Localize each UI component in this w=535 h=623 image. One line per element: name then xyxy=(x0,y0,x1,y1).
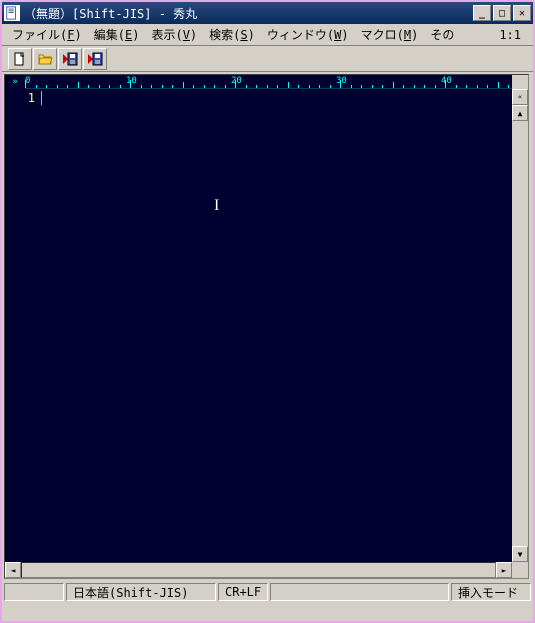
editor-container: » 0 10 20 30 40 1 I « ▲ ▼ ◄ ► xyxy=(2,72,533,581)
line-number: 1 xyxy=(5,91,35,105)
ibeam-cursor-icon: I xyxy=(214,197,219,215)
menu-view[interactable]: 表示(V) xyxy=(145,24,203,45)
menu-bar: ファイル(F) 編集(E) 表示(V) 検索(S) ウィンドウ(W) マクロ(M… xyxy=(2,24,533,46)
scroll-up-button[interactable]: ▲ xyxy=(512,105,528,121)
scroll-top-button[interactable]: « xyxy=(512,89,528,105)
ruler-label: 20 xyxy=(231,76,242,86)
cursor-position: 1:1 xyxy=(491,26,529,44)
new-file-icon xyxy=(12,51,28,67)
status-cell-1 xyxy=(4,583,64,601)
menu-file[interactable]: ファイル(F) xyxy=(6,24,88,45)
menu-other[interactable]: その xyxy=(424,24,460,45)
toolbar xyxy=(2,46,533,72)
editor-box: » 0 10 20 30 40 1 I « ▲ ▼ ◄ ► xyxy=(4,74,529,579)
ruler-label: 40 xyxy=(441,76,452,86)
ruler: 0 10 20 30 40 xyxy=(25,75,512,89)
menu-search[interactable]: 検索(S) xyxy=(203,24,261,45)
app-icon xyxy=(4,5,20,21)
ruler-label: 30 xyxy=(336,76,347,86)
title-bar: （無題）[Shift-JIS] - 秀丸 _ □ ✕ xyxy=(2,2,533,24)
open-folder-icon xyxy=(37,51,53,67)
scroll-h-track[interactable] xyxy=(21,562,496,578)
ruler-label: 0 xyxy=(25,76,30,86)
scroll-v-track[interactable] xyxy=(512,121,528,546)
ruler-label: 10 xyxy=(126,76,137,86)
menu-macro[interactable]: マクロ(M) xyxy=(355,24,425,45)
open-file-button[interactable] xyxy=(33,48,57,70)
status-newline[interactable]: CR+LF xyxy=(218,583,268,601)
status-cell-spacer xyxy=(270,583,449,601)
window-title: （無題）[Shift-JIS] - 秀丸 xyxy=(24,5,473,22)
close-button[interactable]: ✕ xyxy=(513,5,531,21)
scroll-down-button[interactable]: ▼ xyxy=(512,546,528,562)
save-play-icon xyxy=(62,51,78,67)
minimize-button[interactable]: _ xyxy=(473,5,491,21)
scroll-corner xyxy=(512,562,528,578)
vertical-scrollbar[interactable]: « ▲ ▼ xyxy=(512,89,528,562)
status-bar: 日本語(Shift-JIS) CR+LF 挿入モード xyxy=(2,581,533,603)
save-icon xyxy=(87,51,103,67)
horizontal-scrollbar[interactable]: ◄ ► xyxy=(5,562,528,578)
scroll-right-button[interactable]: ► xyxy=(496,562,512,578)
text-caret xyxy=(41,91,42,105)
editor-body: 1 I « ▲ ▼ xyxy=(5,89,528,562)
status-encoding[interactable]: 日本語(Shift-JIS) xyxy=(66,583,216,601)
status-mode[interactable]: 挿入モード xyxy=(451,583,531,601)
ruler-origin: » xyxy=(5,75,25,89)
window-buttons: _ □ ✕ xyxy=(473,5,531,21)
scroll-left-button[interactable]: ◄ xyxy=(5,562,21,578)
menu-edit[interactable]: 編集(E) xyxy=(88,24,146,45)
line-number-gutter: 1 xyxy=(5,89,39,562)
text-area[interactable]: I xyxy=(39,89,512,562)
maximize-button[interactable]: □ xyxy=(493,5,511,21)
new-file-button[interactable] xyxy=(8,48,32,70)
menu-window[interactable]: ウィンドウ(W) xyxy=(261,24,355,45)
save-button[interactable] xyxy=(58,48,82,70)
save-as-button[interactable] xyxy=(83,48,107,70)
